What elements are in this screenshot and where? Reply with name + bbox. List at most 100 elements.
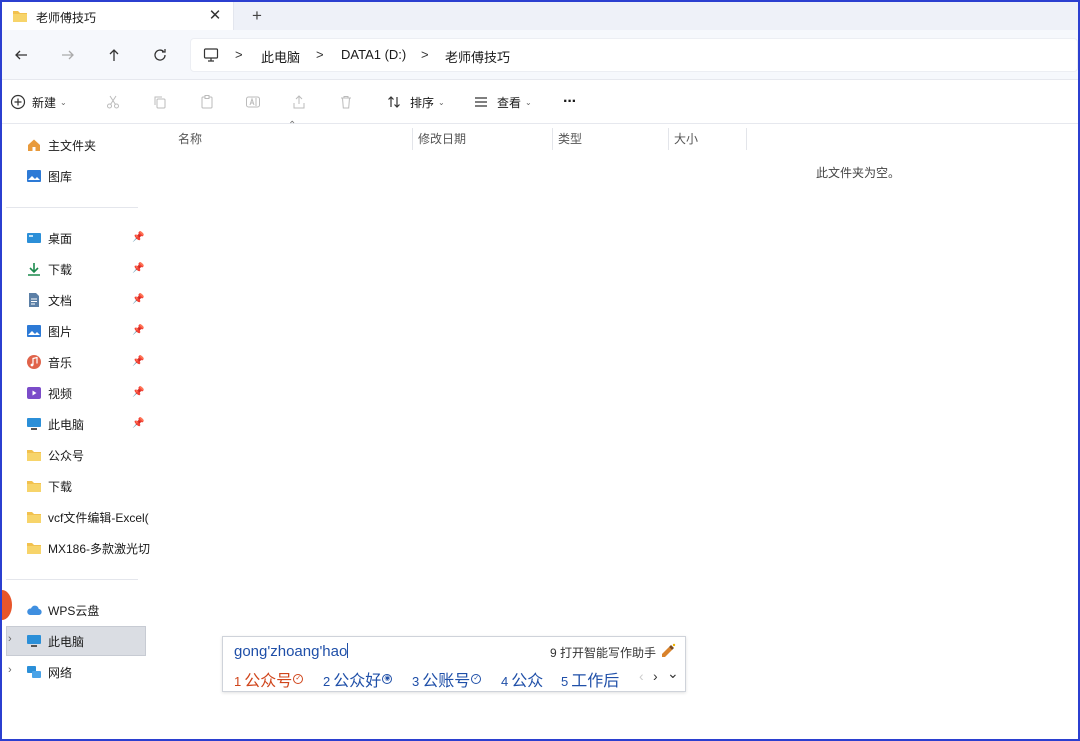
column-header-name[interactable]: 名称: [178, 124, 202, 152]
sidebar-item-label: 音乐: [48, 355, 73, 370]
sidebar-item-network[interactable]: 网络: [26, 660, 150, 684]
folder-icon: [26, 447, 42, 463]
sidebar-item-folder-vcf[interactable]: vcf文件编辑-Excel(: [26, 505, 150, 529]
pin-icon[interactable]: 📌: [132, 418, 144, 430]
tab-title: 老师傅技巧: [36, 11, 97, 25]
column-header-size[interactable]: 大小: [674, 124, 698, 152]
pictures-icon: [26, 323, 42, 339]
sidebar-divider: [6, 207, 138, 208]
pin-icon[interactable]: 📌: [132, 387, 144, 399]
sidebar-item-label: vcf文件编辑-Excel(: [48, 510, 149, 525]
rename-button[interactable]: [243, 92, 263, 112]
check-badge-icon: ✓: [293, 674, 304, 684]
up-button[interactable]: [101, 42, 127, 68]
sidebar-item-home[interactable]: 主文件夹: [26, 133, 150, 157]
folder-icon: [26, 509, 42, 525]
close-tab-button[interactable]: ✕: [204, 5, 226, 27]
copy-button[interactable]: [150, 92, 170, 112]
brush-icon[interactable]: [659, 642, 677, 661]
view-list-icon: [475, 97, 487, 107]
ime-next-page-button[interactable]: ›: [653, 668, 658, 684]
forward-button[interactable]: [55, 42, 81, 68]
pin-icon[interactable]: 📌: [132, 356, 144, 368]
ime-candidate[interactable]: 3 公账号 ✓: [412, 667, 482, 691]
desktop-icon: [26, 230, 42, 246]
breadcrumb-separator: >: [316, 47, 324, 62]
candidate-text: 公众好: [333, 673, 382, 690]
chevron-down-icon: ⌄: [60, 97, 67, 107]
tab-folder[interactable]: 老师傅技巧 ✕: [2, 2, 234, 30]
sidebar-item-wps-cloud[interactable]: WPS云盘: [26, 598, 150, 622]
sidebar-item-gallery[interactable]: 图库: [26, 164, 150, 188]
column-header-date-modified[interactable]: 修改日期: [418, 124, 466, 152]
chevron-right-icon[interactable]: ›: [8, 633, 12, 645]
more-options-button[interactable]: ···: [563, 91, 577, 113]
candidate-number: 1: [234, 674, 242, 689]
breadcrumb-separator: >: [421, 47, 429, 62]
breadcrumb-this-pc[interactable]: 此电脑: [261, 47, 300, 66]
ime-candidate-window: gong'zhoang'hao 9 打开智能写作助手 1 公众号 ✓ 2 公众好 ◉ 3…: [222, 636, 686, 692]
view-label: 查看: [497, 95, 522, 110]
refresh-button[interactable]: [147, 42, 173, 68]
sidebar-item-folder-downloads[interactable]: 下载: [26, 474, 150, 498]
back-button[interactable]: [8, 42, 34, 68]
column-divider[interactable]: [412, 128, 413, 150]
pin-icon[interactable]: 📌: [132, 263, 144, 275]
new-tab-button[interactable]: +: [246, 5, 268, 27]
sort-label: 排序: [410, 95, 435, 110]
ime-candidate[interactable]: 1 公众号 ✓: [234, 667, 304, 691]
home-icon: [26, 137, 42, 153]
explorer-window: 老师傅技巧 ✕ + > 此电脑 > DATA1 (D:) > 老师傅技巧 新建 …: [0, 0, 1080, 741]
address-bar[interactable]: > 此电脑 > DATA1 (D:) > 老师傅技巧: [190, 38, 1078, 72]
sidebar-divider: [6, 579, 138, 580]
chevron-right-icon[interactable]: ›: [8, 664, 12, 676]
ime-candidate[interactable]: 2 公众好 ◉: [323, 667, 393, 691]
ime-expand-button[interactable]: ⌄: [667, 665, 679, 682]
pin-icon[interactable]: 📌: [132, 294, 144, 306]
share-icon: [293, 95, 305, 109]
candidate-number: 4: [501, 674, 509, 689]
refresh-icon: [154, 49, 166, 61]
column-divider[interactable]: [746, 128, 747, 150]
text-cursor: [347, 643, 349, 658]
candidate-text: 工作后: [571, 673, 620, 690]
cut-button[interactable]: [103, 92, 123, 112]
clipboard-icon: [201, 95, 213, 109]
candidate-text: 公众号: [244, 673, 293, 690]
column-divider[interactable]: [668, 128, 669, 150]
command-bar: 新建 ⌄ 排序 ⌄ 查看 ⌄ ···: [2, 80, 1078, 124]
new-button[interactable]: 新建 ⌄: [10, 91, 67, 113]
column-divider[interactable]: [552, 128, 553, 150]
ime-composition: gong'zhoang'hao: [234, 643, 349, 660]
view-button[interactable]: 查看 ⌄: [473, 91, 532, 113]
candidate-text: 公账号: [422, 673, 471, 690]
copy-icon: [154, 96, 166, 109]
candidate-text: 公众: [511, 673, 544, 690]
sidebar-item-folder-gongzhonghao[interactable]: 公众号: [26, 443, 150, 467]
share-button[interactable]: [289, 92, 309, 112]
sort-button[interactable]: 排序 ⌄: [386, 91, 445, 113]
chevron-up-icon: ⌃: [288, 120, 297, 131]
breadcrumb-data1[interactable]: DATA1 (D:): [341, 47, 406, 62]
sidebar-item-label: WPS云盘: [48, 603, 100, 618]
navigation-pane: 主文件夹 图库 桌面 📌 下载 📌 文档 📌 图片 📌 音乐 📌 视频 📌 此电…: [2, 124, 152, 739]
document-icon: [26, 292, 42, 308]
pin-icon[interactable]: 📌: [132, 232, 144, 244]
sidebar-item-this-pc[interactable]: 此电脑: [26, 629, 150, 653]
sidebar-item-folder-mx186[interactable]: MX186-多款激光切: [26, 536, 150, 560]
breadcrumb-separator: >: [235, 47, 243, 62]
breadcrumb-current-folder[interactable]: 老师傅技巧: [445, 47, 510, 66]
pin-icon[interactable]: 📌: [132, 325, 144, 337]
paste-button[interactable]: [197, 92, 217, 112]
sidebar-item-label: 图片: [48, 324, 73, 339]
sidebar-item-label: 公众号: [48, 448, 85, 463]
sidebar-item-label: 网络: [48, 665, 73, 680]
ime-assistant-hint[interactable]: 9 打开智能写作助手: [550, 644, 656, 661]
column-header-type[interactable]: 类型: [558, 124, 582, 152]
ime-candidate[interactable]: 5 工作后: [561, 667, 619, 691]
ime-candidate[interactable]: 4 公众: [501, 667, 543, 691]
sidebar-item-label: MX186-多款激光切: [48, 541, 150, 556]
delete-button[interactable]: [336, 92, 356, 112]
ime-prev-page-button[interactable]: ‹: [639, 668, 644, 684]
pc-icon: [203, 47, 219, 66]
